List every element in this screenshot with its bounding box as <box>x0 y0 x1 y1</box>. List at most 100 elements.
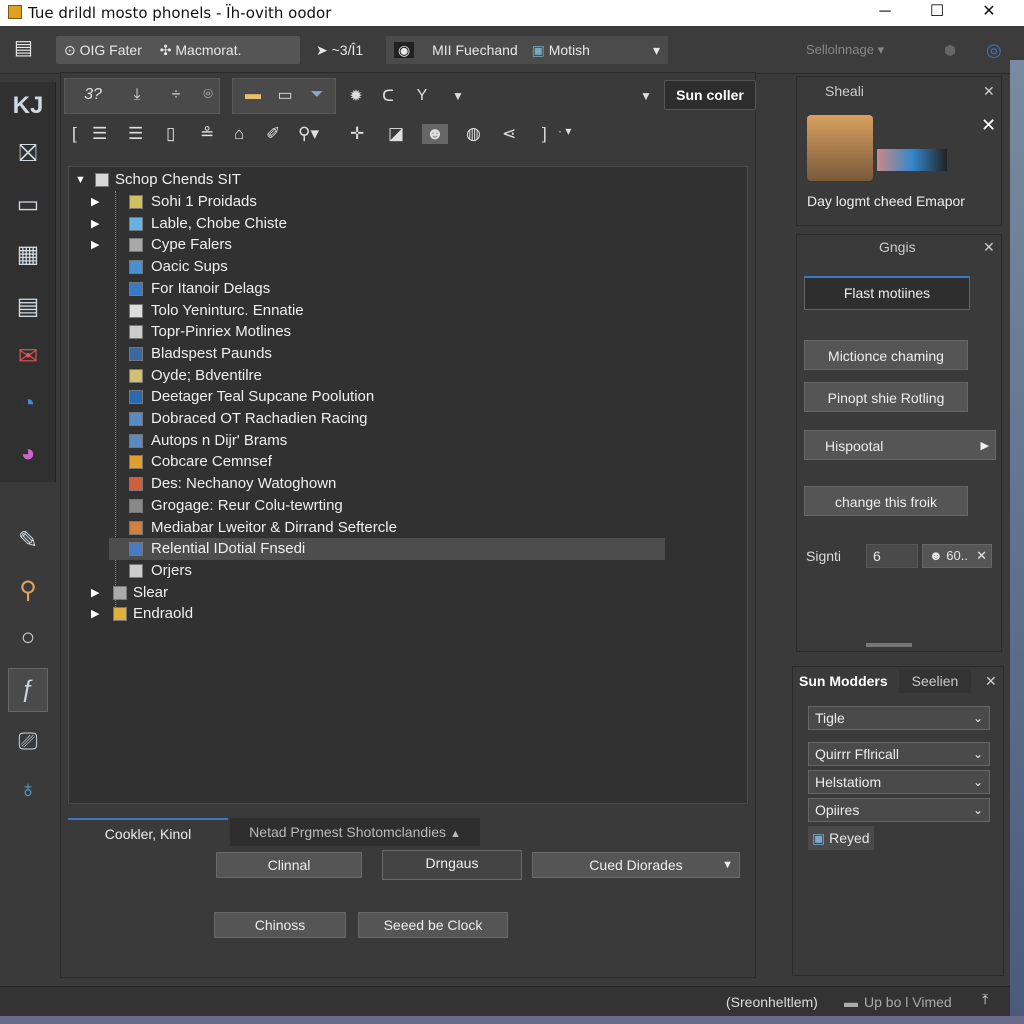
split-icon[interactable]: ÷ <box>161 79 191 111</box>
expand-arrow-icon[interactable]: ▶ <box>91 603 99 625</box>
hispootal-button[interactable]: Hispootal ▶ <box>804 430 996 460</box>
close-icon[interactable]: ✕ <box>976 545 987 567</box>
signti-input[interactable]: 6 <box>866 544 918 568</box>
tree-item[interactable]: Tolo Yeninturc. Ennatie <box>109 300 665 322</box>
signti-tag[interactable]: ☻ 60.. ✕ <box>922 544 992 568</box>
align-icon[interactable]: ☰ <box>128 124 143 144</box>
select-tigle[interactable]: Tigle ⌄ <box>808 706 990 730</box>
pencil-icon[interactable]: ✐ <box>266 124 280 144</box>
expand-arrow-icon[interactable]: ▶ <box>91 213 99 235</box>
expand-arrow-icon[interactable]: ▶ <box>91 582 99 604</box>
tree-item[interactable]: ▶ Slear <box>91 582 651 604</box>
tree-item[interactable]: ▶ Endraold <box>91 603 651 625</box>
select-helstatiom[interactable]: Helstatiom ⌄ <box>808 770 990 794</box>
tree-item[interactable]: Orjers <box>109 560 665 582</box>
mictionce-chaming-button[interactable]: Mictionce chaming <box>804 340 968 370</box>
rectangle-icon[interactable]: ▯ <box>166 124 175 144</box>
tree-item[interactable]: ▶ Lable, Chobe Chiste <box>91 213 665 235</box>
chinoss-button[interactable]: Chinoss <box>214 912 346 938</box>
change-this-froik-button[interactable]: change this froik <box>804 486 968 516</box>
globe-icon[interactable]: ◍ <box>466 124 481 144</box>
seeed-be-clock-button[interactable]: Seeed be Clock <box>358 912 508 938</box>
pipette-icon[interactable]: ⚲ <box>8 570 48 610</box>
home-icon[interactable]: ⌂ <box>234 124 244 144</box>
user-icon[interactable]: ☻ <box>422 124 448 144</box>
monitor-add-icon[interactable]: ▭ <box>8 184 48 224</box>
flast-motiines-button[interactable]: Flast motiines <box>804 276 970 310</box>
toolbar-item-fater[interactable]: OIG Fater <box>80 42 142 58</box>
chevron-down-icon[interactable]: ▼ <box>448 80 468 112</box>
tab-seelien[interactable]: Seelien <box>899 669 971 693</box>
tree-item[interactable]: For Itanoir Delags <box>109 278 665 300</box>
logo-icon[interactable]: KJ <box>8 86 48 126</box>
more-dropdown-icon[interactable]: · ▾ <box>558 124 571 138</box>
tree-item[interactable]: Oacic Sups <box>109 256 665 278</box>
help-icon[interactable]: ◎ <box>986 36 1002 64</box>
gear-icon[interactable]: ✹ <box>344 80 368 112</box>
compass-icon[interactable]: ◔ <box>8 384 48 424</box>
tree-item[interactable]: Cobcare Cemnsef <box>109 451 665 473</box>
brush-icon[interactable]: ✎ <box>8 520 48 560</box>
document-icon[interactable]: ▤ <box>14 34 33 62</box>
drive-icon[interactable]: ▭ <box>269 79 301 111</box>
crosshair-icon[interactable]: ✛ <box>350 124 364 144</box>
screen-settings-icon[interactable]: ⎚ <box>8 722 48 762</box>
zoom-icon[interactable]: ○ <box>8 618 48 658</box>
clinnal-button[interactable]: Clinnal <box>216 852 362 878</box>
close-button[interactable]: ✕ <box>966 0 1012 26</box>
tree-item[interactable]: Topr-Pinriex Motlines <box>109 321 665 343</box>
tab-netad-prgmest[interactable]: Netad Prgmest Shotomclandies ▲ <box>230 818 480 846</box>
tree-item[interactable]: Dobraced OT Rachadien Racing <box>109 408 665 430</box>
cued-diorades-dropdown[interactable]: Cued Diorades ▼ <box>532 852 740 878</box>
tree-item[interactable]: Oyde; Bdventilre <box>109 365 665 387</box>
fork-icon[interactable]: Y <box>410 80 434 112</box>
tree-item[interactable]: ▶ Sohi 1 Proidads <box>91 191 665 213</box>
select-quirrr[interactable]: Quirrr Fflricall ⌄ <box>808 742 990 766</box>
toolbar-item-fuechand[interactable]: MII Fuechand <box>432 42 518 58</box>
toolbar-item-motish[interactable]: Motish <box>549 42 590 58</box>
tree-item[interactable]: Des: Nechanoy Watoghown <box>109 473 665 495</box>
share-icon[interactable]: ⋖ <box>502 124 516 144</box>
tree-item[interactable]: Mediabar Lweitor & Dirrand Seftercle <box>109 517 665 539</box>
mail-icon[interactable]: ✉ <box>8 336 48 376</box>
chat-icon[interactable]: ⌾ <box>195 79 221 111</box>
sun-coller-button[interactable]: Sun coller <box>664 80 756 110</box>
tree-item[interactable]: Autops n Dijr' Brams <box>109 430 665 452</box>
close-icon[interactable]: ✕ <box>983 235 995 259</box>
tab-cookler-kinol[interactable]: Cookler, Kinol <box>68 818 228 846</box>
expand-arrow-icon[interactable]: ▶ <box>91 191 99 213</box>
chevron-down-icon[interactable]: ▼ <box>636 80 656 112</box>
chevron-down-icon[interactable]: ▾ <box>653 36 660 64</box>
toolbar-item-macmorat[interactable]: Macmorat. <box>175 42 241 58</box>
funnel-icon[interactable]: ⏷ <box>301 79 333 111</box>
layout-icon[interactable]: ▤ <box>8 286 48 326</box>
download-icon[interactable]: ⤓ <box>119 79 155 111</box>
counter-field[interactable]: 3? <box>71 79 115 111</box>
gallery-icon[interactable]: ▦ <box>8 234 48 274</box>
bracket-icon[interactable]: ᑕ <box>376 80 400 112</box>
crop-icon[interactable]: ⛝ <box>8 134 48 174</box>
list-icon[interactable]: ☰ <box>92 124 107 144</box>
select-opiires[interactable]: Opiires ⌄ <box>808 798 990 822</box>
pinopt-shie-rotling-button[interactable]: Pinopt shie Rotling <box>804 382 968 412</box>
edit-box-icon[interactable]: ◪ <box>388 124 404 144</box>
lightbulb-icon[interactable]: ♁ <box>8 770 48 810</box>
tab-sun-modders[interactable]: Sun Modders <box>799 669 888 693</box>
maximize-button[interactable]: ☐ <box>914 0 960 26</box>
toolbar-item-cursor[interactable]: ➤ ~3/Î1 <box>316 36 363 64</box>
function-icon[interactable]: ƒ <box>8 668 48 712</box>
tree-item[interactable]: Deetager Teal Supcane Poolution <box>109 386 665 408</box>
shield-icon[interactable]: ⬢ <box>944 36 956 64</box>
color-wheel-icon[interactable]: ◕ <box>8 434 48 474</box>
folder-icon[interactable]: ▬ <box>237 79 269 111</box>
expand-arrow-icon[interactable]: ▼ <box>75 169 86 191</box>
close-icon[interactable]: ✕ <box>981 113 996 137</box>
minimize-button[interactable]: ─ <box>862 0 908 26</box>
tree-item[interactable]: Bladspest Paunds <box>109 343 665 365</box>
stack-icon[interactable]: ≗ <box>200 124 214 144</box>
reyed-chip[interactable]: ▣ Reyed <box>808 826 874 850</box>
toolbar-item-sellolnnage[interactable]: Sellolnnage ▾ <box>806 36 884 64</box>
drngaus-button[interactable]: Drngaus <box>382 850 522 880</box>
tree-item[interactable]: Grogage: Reur Colu-tewrting <box>109 495 665 517</box>
tree-item[interactable]: Relential IDotial Fnsedi <box>109 538 665 561</box>
